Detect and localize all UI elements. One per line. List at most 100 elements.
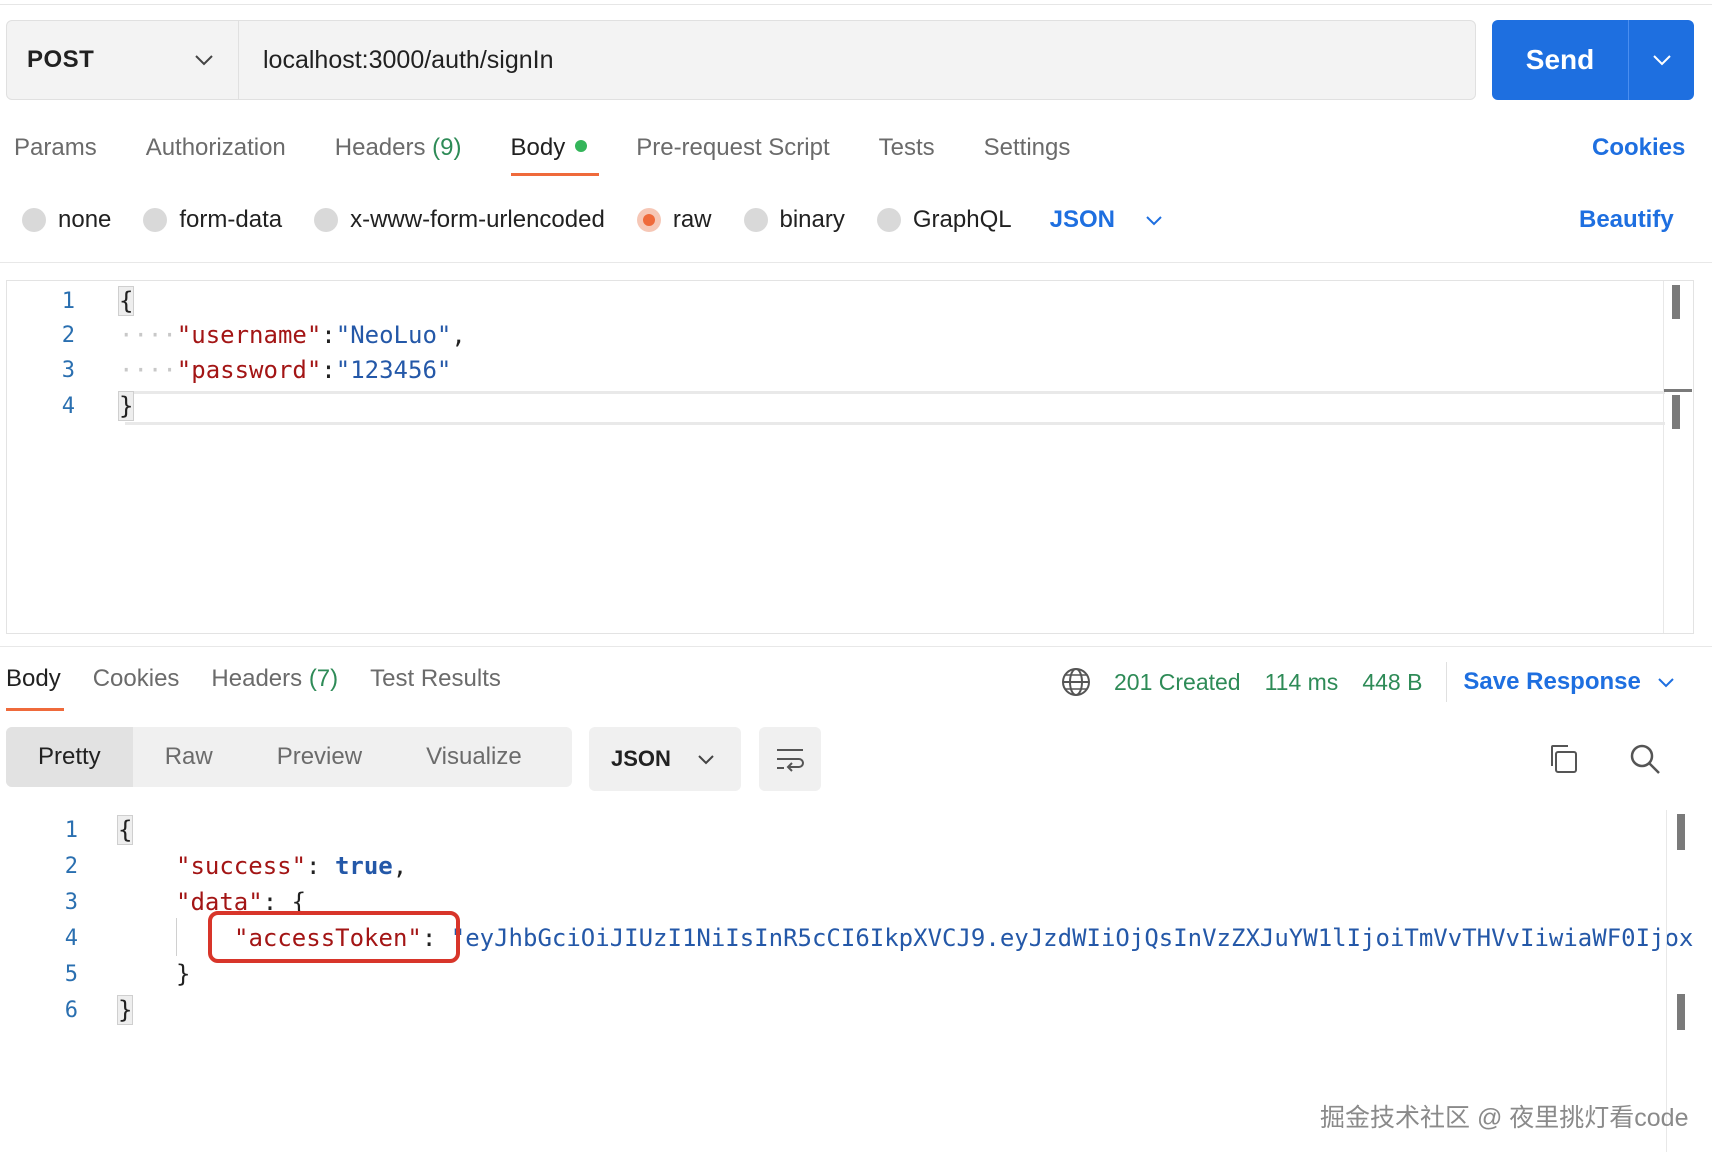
code-line: } xyxy=(116,995,134,1025)
scroll-marker xyxy=(1672,285,1680,319)
tab-headers[interactable]: Headers (9) xyxy=(335,134,462,162)
method-select[interactable]: POST xyxy=(7,21,239,99)
radio-label: x-www-form-urlencoded xyxy=(350,206,605,233)
radio-binary[interactable]: binary xyxy=(743,206,845,234)
body-indicator-dot xyxy=(575,140,588,152)
response-size[interactable]: 448 B xyxy=(1362,669,1422,696)
resp-tab-headers-label: Headers xyxy=(211,665,303,692)
chevron-down-icon xyxy=(195,55,213,66)
tab-settings[interactable]: Settings xyxy=(984,134,1071,162)
code-line: { xyxy=(117,286,135,316)
resp-tab-body[interactable]: Body xyxy=(6,665,64,711)
resp-tab-body-label: Body xyxy=(6,665,61,692)
resp-tab-cookies[interactable]: Cookies xyxy=(93,665,180,693)
send-button[interactable]: Send xyxy=(1492,20,1628,100)
radio-form-data[interactable]: form-data xyxy=(143,206,282,234)
line-number: 4 xyxy=(64,926,78,951)
active-tab-underline xyxy=(510,173,599,176)
json-value: true xyxy=(334,852,393,880)
radio-circle xyxy=(743,208,768,232)
radio-none[interactable]: none xyxy=(22,206,111,234)
comma: , xyxy=(451,321,466,349)
tab-authorization[interactable]: Authorization xyxy=(146,134,286,162)
radio-circle xyxy=(876,208,901,232)
resp-tab-headers-count: (7) xyxy=(308,665,339,692)
top-border xyxy=(0,4,1712,5)
search-icon[interactable] xyxy=(1628,742,1662,776)
radio-label: form-data xyxy=(179,206,283,233)
view-tab-preview[interactable]: Preview xyxy=(245,727,394,787)
body-format-label: JSON xyxy=(1049,206,1115,233)
code-line: ····"password":"123456" xyxy=(119,356,451,384)
tab-headers-label: Headers xyxy=(334,134,426,161)
tab-pre-request-script[interactable]: Pre-request Script xyxy=(636,134,829,162)
wrap-lines-icon xyxy=(777,749,804,772)
json-key: "success" xyxy=(176,852,307,880)
resp-tab-headers[interactable]: Headers (7) xyxy=(211,665,338,693)
tab-tests[interactable]: Tests xyxy=(879,134,935,162)
status-code[interactable]: 201 Created xyxy=(1114,669,1241,696)
whitespace-marker: ···· xyxy=(119,321,177,349)
radio-circle xyxy=(22,208,46,232)
line-number: 5 xyxy=(64,962,78,987)
url-input[interactable] xyxy=(239,21,1475,99)
beautify-button[interactable]: Beautify xyxy=(1579,206,1674,234)
response-time[interactable]: 114 ms xyxy=(1265,669,1339,696)
radio-raw[interactable]: raw xyxy=(636,206,712,234)
divider xyxy=(0,646,1712,647)
radio-circle xyxy=(314,208,339,232)
body-type-options: none form-data x-www-form-urlencoded raw… xyxy=(22,206,1163,234)
brace: } xyxy=(117,391,135,421)
brace: { xyxy=(117,286,135,316)
cookies-link[interactable]: Cookies xyxy=(1592,134,1685,162)
request-tabs: Params Authorization Headers (9) Body Pr… xyxy=(14,134,1119,176)
line-number: 1 xyxy=(64,818,78,843)
whitespace-marker: ···· xyxy=(119,356,177,384)
brace: } xyxy=(176,960,191,988)
radio-graphql[interactable]: GraphQL xyxy=(876,206,1012,234)
code-line: "success": true, xyxy=(176,852,408,880)
globe-icon[interactable] xyxy=(1060,666,1092,698)
save-response-button[interactable]: Save Response xyxy=(1463,668,1674,696)
copy-icon[interactable] xyxy=(1546,742,1580,776)
method-label: POST xyxy=(27,46,95,73)
radio-label: none xyxy=(58,206,112,233)
send-options-button[interactable] xyxy=(1629,20,1694,100)
chevron-down-icon xyxy=(698,754,714,764)
view-tab-pretty[interactable]: Pretty xyxy=(6,727,133,787)
scroll-cursor-marker xyxy=(1664,389,1692,392)
radio-label: GraphQL xyxy=(912,206,1012,233)
divider xyxy=(1446,662,1448,702)
send-group: Send xyxy=(1492,20,1694,100)
radio-circle-selected xyxy=(636,208,661,232)
body-format-select[interactable]: JSON xyxy=(1050,206,1163,234)
request-body-editor[interactable]: 1 2 3 4 { ····"username":"NeoLuo", ····"… xyxy=(6,280,1694,634)
json-value: "123456" xyxy=(335,356,452,384)
response-format-label: JSON xyxy=(611,746,671,771)
radio-circle xyxy=(143,208,168,232)
chevron-down-icon xyxy=(1652,55,1671,66)
json-value: "NeoLuo" xyxy=(335,321,452,349)
json-key: "username" xyxy=(176,321,322,349)
chevron-down-icon xyxy=(1146,215,1162,225)
radio-urlencoded[interactable]: x-www-form-urlencoded xyxy=(314,206,605,234)
wrap-lines-button[interactable] xyxy=(759,727,821,791)
line-number: 3 xyxy=(64,890,78,915)
scrollbar[interactable] xyxy=(1663,281,1693,633)
code-line: } xyxy=(117,391,135,421)
resp-tab-test-results[interactable]: Test Results xyxy=(370,665,501,693)
tab-body[interactable]: Body xyxy=(510,134,599,176)
tab-params[interactable]: Params xyxy=(14,134,97,162)
view-tab-raw[interactable]: Raw xyxy=(133,727,245,787)
view-tab-visualize[interactable]: Visualize xyxy=(394,727,554,787)
divider xyxy=(0,262,1712,263)
json-key: "password" xyxy=(176,356,322,384)
code-line: { xyxy=(116,815,134,845)
colon: : xyxy=(321,321,336,349)
response-view-tabs: Pretty Raw Preview Visualize xyxy=(6,727,572,787)
tab-body-label: Body xyxy=(510,134,566,161)
response-format-select[interactable]: JSON xyxy=(589,727,741,791)
tab-headers-count: (9) xyxy=(432,134,462,161)
response-tabs: Body Cookies Headers (7) Test Results xyxy=(6,665,533,711)
line-number: 2 xyxy=(61,323,75,348)
